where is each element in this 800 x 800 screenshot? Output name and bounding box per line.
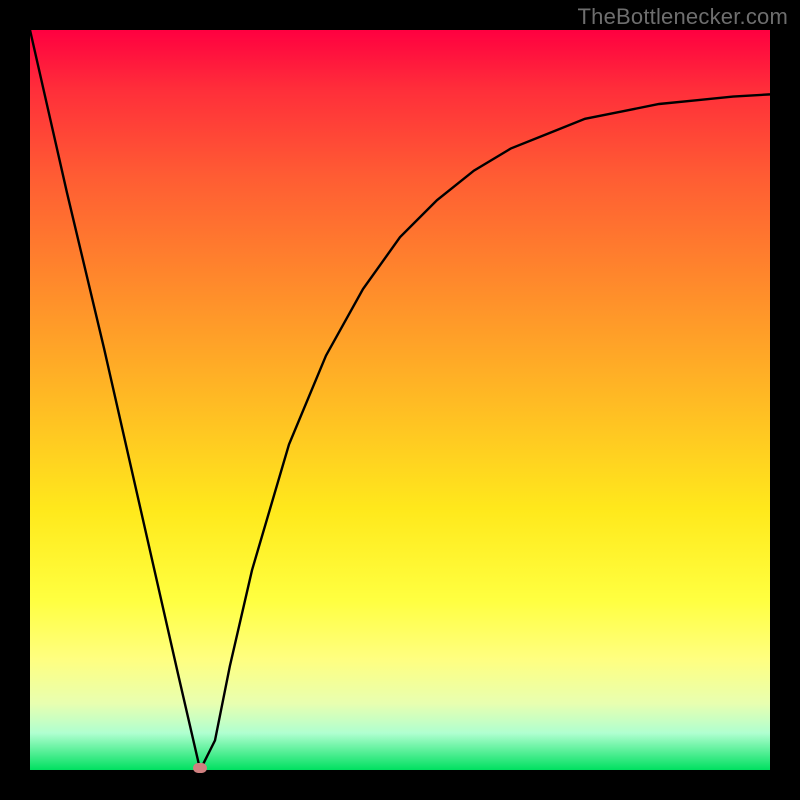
plot-area: [30, 30, 770, 770]
optimum-marker: [193, 763, 207, 773]
chart-frame: TheBottlenecker.com: [0, 0, 800, 800]
bottleneck-curve: [30, 30, 770, 770]
curve-svg: [30, 30, 770, 770]
watermark-text: TheBottlenecker.com: [578, 4, 788, 30]
